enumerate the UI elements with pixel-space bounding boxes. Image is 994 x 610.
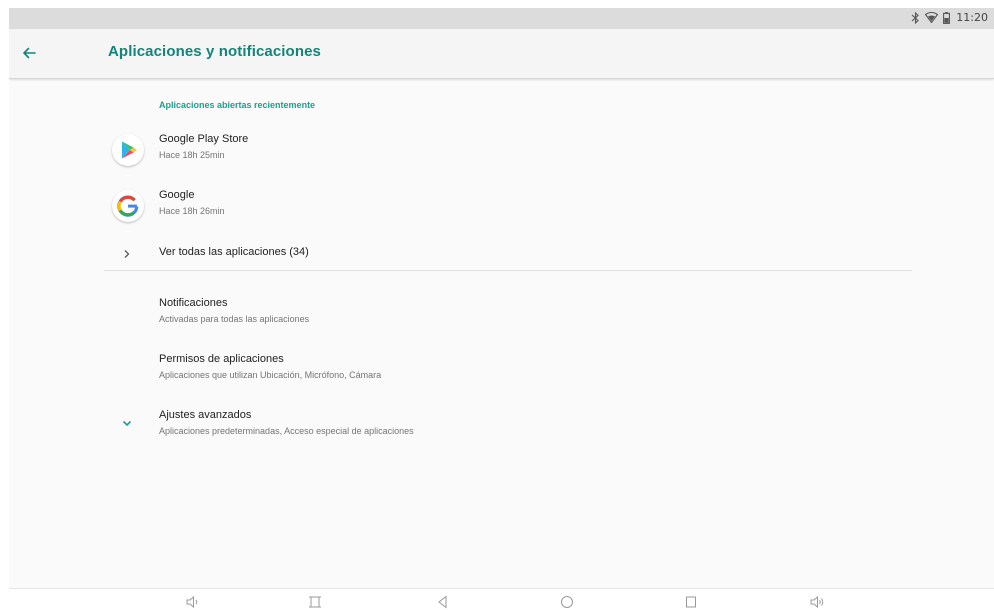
app-last-used: Hace 18h 25min — [159, 150, 225, 160]
bluetooth-icon — [911, 11, 920, 24]
section-header-recent-apps: Aplicaciones abiertas recientemente — [159, 100, 316, 110]
volume-down-icon — [185, 595, 201, 609]
chevron-down-icon — [120, 416, 134, 430]
navigation-bar — [9, 588, 994, 610]
nav-recents-button[interactable] — [683, 595, 699, 609]
status-bar: 11:20 — [9, 8, 994, 29]
back-triangle-icon — [435, 595, 451, 609]
settings-screen: 11:20 Aplicaciones y notificaciones Apli… — [9, 8, 994, 610]
settings-item-summary: Aplicaciones que utilizan Ubicación, Mic… — [159, 370, 382, 380]
settings-item-notifications[interactable]: Notificaciones Activadas para todas las … — [104, 290, 912, 336]
app-title: Google Play Store — [159, 133, 249, 145]
nav-back-button[interactable] — [435, 595, 451, 609]
screenshot-icon — [307, 595, 323, 609]
settings-item-permissions[interactable]: Permisos de aplicaciones Aplicaciones qu… — [104, 346, 912, 392]
see-all-apps-label: Ver todas las aplicaciones (34) — [159, 246, 309, 258]
chevron-right-icon — [120, 247, 134, 261]
settings-item-advanced[interactable]: Ajustes avanzados Aplicaciones predeterm… — [104, 402, 912, 448]
settings-item-title: Permisos de aplicaciones — [159, 353, 284, 365]
volume-up-button[interactable] — [809, 595, 825, 609]
play-store-icon — [112, 134, 144, 166]
status-icons: 11:20 — [911, 11, 988, 24]
volume-up-icon — [809, 595, 825, 609]
recents-square-icon — [683, 595, 699, 609]
app-bar: Aplicaciones y notificaciones — [9, 29, 994, 79]
see-all-apps-item[interactable]: Ver todas las aplicaciones (34) — [104, 238, 912, 268]
status-time: 11:20 — [956, 11, 988, 24]
google-g-icon — [112, 190, 144, 222]
app-title: Google — [159, 189, 195, 201]
screenshot-button[interactable] — [307, 595, 323, 609]
nav-home-button[interactable] — [559, 595, 575, 609]
page-title: Aplicaciones y notificaciones — [108, 43, 321, 60]
battery-icon — [943, 11, 951, 24]
volume-down-button[interactable] — [185, 595, 201, 609]
settings-item-summary: Activadas para todas las aplicaciones — [159, 314, 310, 324]
home-circle-icon — [559, 595, 575, 609]
app-last-used: Hace 18h 26min — [159, 206, 225, 216]
section-divider — [104, 270, 912, 271]
settings-item-summary: Aplicaciones predeterminadas, Acceso esp… — [159, 426, 414, 436]
arrow-back-icon — [20, 47, 40, 67]
settings-item-title: Notificaciones — [159, 297, 228, 309]
recent-app-google[interactable]: Google Hace 18h 26min — [104, 182, 912, 228]
recent-app-play-store[interactable]: Google Play Store Hace 18h 25min — [104, 126, 912, 172]
wifi-icon — [925, 12, 939, 23]
settings-item-title: Ajustes avanzados — [159, 409, 252, 421]
back-button[interactable] — [20, 43, 40, 63]
